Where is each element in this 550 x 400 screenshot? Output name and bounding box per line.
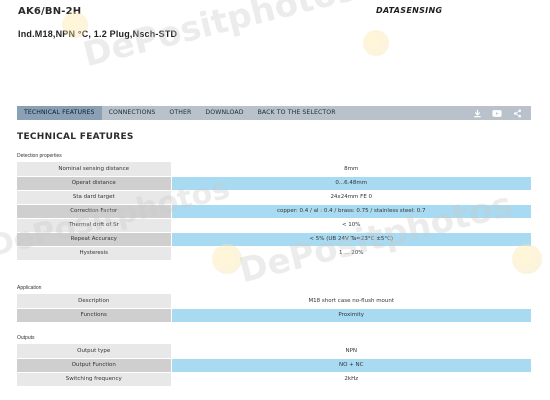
spec-key: Output Function (17, 358, 172, 373)
spec-key: Sta dard target (17, 190, 172, 205)
detection-properties-table: Nominal sensing distance 8mm Operat dista… (17, 162, 531, 261)
group-label-application: Application (17, 285, 42, 291)
table-row: Operat distance 0...6.48mm (17, 176, 531, 191)
spec-value: 1 ... 20% (171, 246, 531, 261)
spec-key: Repeat Accuracy (17, 232, 172, 247)
spec-key: Output type (17, 344, 172, 359)
model-code: AK6/BN-2H (18, 6, 82, 17)
table-row: Correction Factor copper: 0.4 / al : 0.4 … (17, 204, 531, 219)
download-icon[interactable] (472, 108, 482, 118)
brand-logo: DATASENSING (376, 6, 443, 15)
table-row: Functions Proximity (17, 308, 531, 323)
feature-tabs-bar: TECHNICAL FEATURES CONNECTIONS OTHER DOW… (17, 106, 531, 120)
table-row: Description M18 short case no-flush mount (17, 294, 531, 309)
application-table: Description M18 short case no-flush mount… (17, 294, 531, 323)
spec-value: NPN (171, 344, 531, 359)
tab-technical-features[interactable]: TECHNICAL FEATURES (17, 106, 102, 120)
spec-key: Hysteresis (17, 246, 172, 261)
tab-connections[interactable]: CONNECTIONS (102, 106, 163, 120)
spec-value: 0...6.48mm (171, 176, 531, 191)
nav-icon-group (472, 108, 531, 118)
table-row: Nominal sensing distance 8mm (17, 162, 531, 177)
spec-value: < 10% (171, 218, 531, 233)
group-label-outputs: Outputs (17, 335, 35, 341)
spec-value: copper: 0.4 / al : 0.4 / brass: 0.75 / s… (171, 204, 531, 219)
spec-value: 2kHz (171, 372, 531, 387)
section-title: TECHNICAL FEATURES (17, 132, 134, 142)
spec-value: < 5% (UB 24V Ta=23°C ±5°C) (171, 232, 531, 247)
spec-value: M18 short case no-flush mount (171, 294, 531, 309)
table-row: Switching frequency 2kHz (17, 372, 531, 387)
spec-key: Description (17, 294, 172, 309)
spec-value: 8mm (171, 162, 531, 177)
spec-key: Operat distance (17, 176, 172, 191)
outputs-table: Output type NPN Output Function NO + NC Sw… (17, 344, 531, 387)
tab-other[interactable]: OTHER (162, 106, 198, 120)
spec-value: Proximity (171, 308, 531, 323)
spec-key: Nominal sensing distance (17, 162, 172, 177)
spec-key: Correction Factor (17, 204, 172, 219)
youtube-icon[interactable] (492, 108, 502, 118)
spec-value: 24x24mm FE 0 (171, 190, 531, 205)
table-row: Output type NPN (17, 344, 531, 359)
share-icon[interactable] (512, 108, 522, 118)
spec-value: NO + NC (171, 358, 531, 373)
group-label-detection: Detection properties (17, 153, 62, 159)
spec-key: Thermal drift of Sr (17, 218, 172, 233)
table-row: Repeat Accuracy < 5% (UB 24V Ta=23°C ±5°C… (17, 232, 531, 247)
product-header: AK6/BN-2H Ind.M18,NPN °C, 1.2 Plug,Nsch-… (0, 0, 550, 60)
table-row: Sta dard target 24x24mm FE 0 (17, 190, 531, 205)
tab-back-to-selector[interactable]: BACK TO THE SELECTOR (251, 106, 343, 120)
tab-download[interactable]: DOWNLOAD (198, 106, 250, 120)
product-description: Ind.M18,NPN °C, 1.2 Plug,Nsch-STD (18, 29, 178, 39)
spec-key: Switching frequency (17, 372, 172, 387)
spec-key: Functions (17, 308, 172, 323)
table-row: Output Function NO + NC (17, 358, 531, 373)
table-row: Hysteresis 1 ... 20% (17, 246, 531, 261)
table-row: Thermal drift of Sr < 10% (17, 218, 531, 233)
